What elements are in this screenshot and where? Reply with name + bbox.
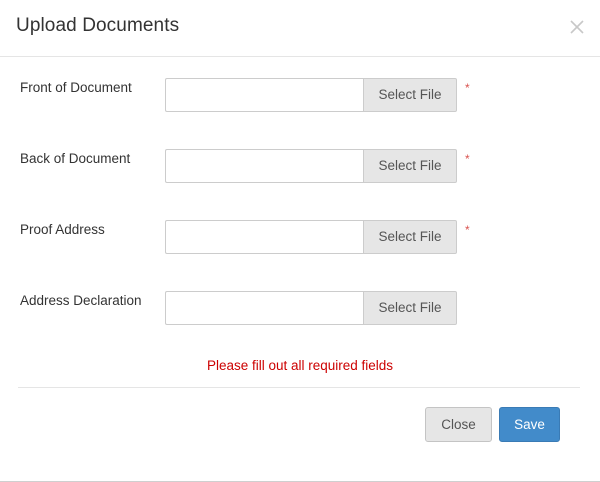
proof-address-input[interactable] xyxy=(165,220,364,254)
back-of-document-file-group: Select File xyxy=(165,149,457,183)
front-of-document-input[interactable] xyxy=(165,78,364,112)
proof-address-required-marker: * xyxy=(465,223,470,237)
front-of-document-select-file-button[interactable]: Select File xyxy=(363,78,457,112)
front-of-document-file-group: Select File xyxy=(165,78,457,112)
dialog-header: Upload Documents xyxy=(0,0,600,57)
back-of-document-input[interactable] xyxy=(165,149,364,183)
proof-address-file-group: Select File xyxy=(165,220,457,254)
close-icon[interactable] xyxy=(568,18,586,36)
address-declaration-file-group: Select File xyxy=(165,291,457,325)
proof-address-label: Proof Address xyxy=(20,222,105,237)
front-of-document-required-marker: * xyxy=(465,81,470,95)
validation-error-message: Please fill out all required fields xyxy=(206,358,394,373)
dialog-title: Upload Documents xyxy=(16,15,180,36)
address-declaration-label: Address Declaration xyxy=(20,293,142,308)
save-button[interactable]: Save xyxy=(499,407,560,442)
address-declaration-input[interactable] xyxy=(165,291,364,325)
back-of-document-select-file-button[interactable]: Select File xyxy=(363,149,457,183)
proof-address-select-file-button[interactable]: Select File xyxy=(363,220,457,254)
front-of-document-label: Front of Document xyxy=(20,80,132,95)
close-button[interactable]: Close xyxy=(425,407,492,442)
back-of-document-label: Back of Document xyxy=(20,151,131,166)
address-declaration-select-file-button[interactable]: Select File xyxy=(363,291,457,325)
back-of-document-required-marker: * xyxy=(465,152,470,166)
upload-documents-dialog: Upload Documents Front of Document Selec… xyxy=(0,0,600,482)
footer-divider xyxy=(18,387,580,388)
